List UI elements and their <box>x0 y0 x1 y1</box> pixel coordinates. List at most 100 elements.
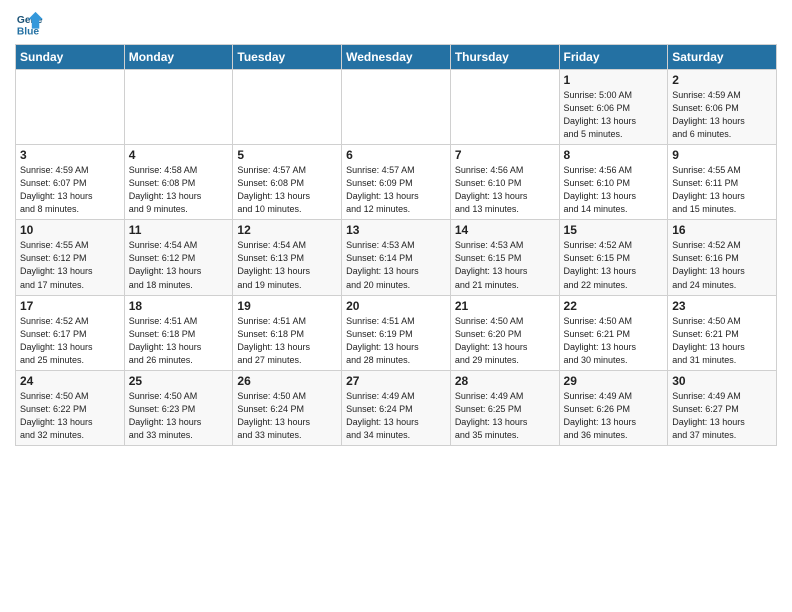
day-cell: 8 Sunrise: 4:56 AM Sunset: 6:10 PM Daylig… <box>559 145 668 220</box>
day-info: Sunrise: 4:50 AM Sunset: 6:22 PM Dayligh… <box>20 390 120 442</box>
day-cell: 5 Sunrise: 4:57 AM Sunset: 6:08 PM Daylig… <box>233 145 342 220</box>
day-info: Sunrise: 4:50 AM Sunset: 6:24 PM Dayligh… <box>237 390 337 442</box>
day-number: 17 <box>20 299 120 313</box>
day-number: 24 <box>20 374 120 388</box>
day-cell: 26 Sunrise: 4:50 AM Sunset: 6:24 PM Dayli… <box>233 370 342 445</box>
day-info: Sunrise: 4:52 AM Sunset: 6:17 PM Dayligh… <box>20 315 120 367</box>
day-cell: 15Sunrise: 4:52 AM Sunset: 6:15 PM Dayli… <box>559 220 668 295</box>
day-cell: 10 Sunrise: 4:55 AM Sunset: 6:12 PM Dayli… <box>16 220 125 295</box>
day-cell: 21 Sunrise: 4:50 AM Sunset: 6:20 PM Dayli… <box>450 295 559 370</box>
day-info: Sunrise: 4:53 AM Sunset: 6:14 PM Dayligh… <box>346 239 446 291</box>
day-cell: 4Sunrise: 4:58 AM Sunset: 6:08 PM Daylig… <box>124 145 233 220</box>
day-info: Sunrise: 4:56 AM Sunset: 6:10 PM Dayligh… <box>455 164 555 216</box>
day-info: Sunrise: 4:56 AM Sunset: 6:10 PM Dayligh… <box>564 164 664 216</box>
day-info: Sunrise: 4:51 AM Sunset: 6:18 PM Dayligh… <box>237 315 337 367</box>
day-info: Sunrise: 4:59 AM Sunset: 6:06 PM Dayligh… <box>672 89 772 141</box>
day-info: Sunrise: 5:00 AM Sunset: 6:06 PM Dayligh… <box>564 89 664 141</box>
day-number: 29 <box>564 374 664 388</box>
day-cell: 13 Sunrise: 4:53 AM Sunset: 6:14 PM Dayli… <box>342 220 451 295</box>
day-info: Sunrise: 4:49 AM Sunset: 6:24 PM Dayligh… <box>346 390 446 442</box>
day-cell: 23 Sunrise: 4:50 AM Sunset: 6:21 PM Dayli… <box>668 295 777 370</box>
header-row: SundayMondayTuesdayWednesdayThursdayFrid… <box>16 45 777 70</box>
day-number: 27 <box>346 374 446 388</box>
day-cell <box>233 70 342 145</box>
day-number: 10 <box>20 223 120 237</box>
day-cell <box>450 70 559 145</box>
day-cell: 20 Sunrise: 4:51 AM Sunset: 6:19 PM Dayli… <box>342 295 451 370</box>
column-header-friday: Friday <box>559 45 668 70</box>
day-cell: 24 Sunrise: 4:50 AM Sunset: 6:22 PM Dayli… <box>16 370 125 445</box>
day-info: Sunrise: 4:59 AM Sunset: 6:07 PM Dayligh… <box>20 164 120 216</box>
day-info: Sunrise: 4:53 AM Sunset: 6:15 PM Dayligh… <box>455 239 555 291</box>
day-cell: 1 Sunrise: 5:00 AM Sunset: 6:06 PM Daylig… <box>559 70 668 145</box>
day-info: Sunrise: 4:51 AM Sunset: 6:19 PM Dayligh… <box>346 315 446 367</box>
day-info: Sunrise: 4:57 AM Sunset: 6:08 PM Dayligh… <box>237 164 337 216</box>
day-info: Sunrise: 4:49 AM Sunset: 6:25 PM Dayligh… <box>455 390 555 442</box>
day-cell: 19Sunrise: 4:51 AM Sunset: 6:18 PM Dayli… <box>233 295 342 370</box>
day-cell: 2 Sunrise: 4:59 AM Sunset: 6:06 PM Daylig… <box>668 70 777 145</box>
day-cell: 14 Sunrise: 4:53 AM Sunset: 6:15 PM Dayli… <box>450 220 559 295</box>
day-number: 21 <box>455 299 555 313</box>
week-row-4: 17 Sunrise: 4:52 AM Sunset: 6:17 PM Dayli… <box>16 295 777 370</box>
day-cell: 7 Sunrise: 4:56 AM Sunset: 6:10 PM Daylig… <box>450 145 559 220</box>
day-number: 4 <box>129 148 229 162</box>
week-row-2: 3 Sunrise: 4:59 AM Sunset: 6:07 PM Daylig… <box>16 145 777 220</box>
day-number: 2 <box>672 73 772 87</box>
day-number: 18 <box>129 299 229 313</box>
day-number: 16 <box>672 223 772 237</box>
day-cell: 17 Sunrise: 4:52 AM Sunset: 6:17 PM Dayli… <box>16 295 125 370</box>
day-cell: 29 Sunrise: 4:49 AM Sunset: 6:26 PM Dayli… <box>559 370 668 445</box>
day-number: 5 <box>237 148 337 162</box>
week-row-1: 1 Sunrise: 5:00 AM Sunset: 6:06 PM Daylig… <box>16 70 777 145</box>
column-header-tuesday: Tuesday <box>233 45 342 70</box>
day-info: Sunrise: 4:49 AM Sunset: 6:26 PM Dayligh… <box>564 390 664 442</box>
week-row-5: 24 Sunrise: 4:50 AM Sunset: 6:22 PM Dayli… <box>16 370 777 445</box>
day-info: Sunrise: 4:55 AM Sunset: 6:11 PM Dayligh… <box>672 164 772 216</box>
day-number: 13 <box>346 223 446 237</box>
day-cell: 16Sunrise: 4:52 AM Sunset: 6:16 PM Dayli… <box>668 220 777 295</box>
day-number: 14 <box>455 223 555 237</box>
day-number: 11 <box>129 223 229 237</box>
day-cell: 9 Sunrise: 4:55 AM Sunset: 6:11 PM Daylig… <box>668 145 777 220</box>
day-number: 3 <box>20 148 120 162</box>
day-info: Sunrise: 4:51 AM Sunset: 6:18 PM Dayligh… <box>129 315 229 367</box>
week-row-3: 10 Sunrise: 4:55 AM Sunset: 6:12 PM Dayli… <box>16 220 777 295</box>
column-header-thursday: Thursday <box>450 45 559 70</box>
day-number: 8 <box>564 148 664 162</box>
day-number: 7 <box>455 148 555 162</box>
day-info: Sunrise: 4:50 AM Sunset: 6:20 PM Dayligh… <box>455 315 555 367</box>
day-info: Sunrise: 4:57 AM Sunset: 6:09 PM Dayligh… <box>346 164 446 216</box>
day-info: Sunrise: 4:50 AM Sunset: 6:21 PM Dayligh… <box>672 315 772 367</box>
day-info: Sunrise: 4:50 AM Sunset: 6:21 PM Dayligh… <box>564 315 664 367</box>
day-cell: 28Sunrise: 4:49 AM Sunset: 6:25 PM Dayli… <box>450 370 559 445</box>
day-number: 15 <box>564 223 664 237</box>
day-cell: 6 Sunrise: 4:57 AM Sunset: 6:09 PM Daylig… <box>342 145 451 220</box>
day-cell: 25 Sunrise: 4:50 AM Sunset: 6:23 PM Dayli… <box>124 370 233 445</box>
column-header-sunday: Sunday <box>16 45 125 70</box>
day-number: 26 <box>237 374 337 388</box>
column-header-wednesday: Wednesday <box>342 45 451 70</box>
day-info: Sunrise: 4:50 AM Sunset: 6:23 PM Dayligh… <box>129 390 229 442</box>
day-info: Sunrise: 4:54 AM Sunset: 6:12 PM Dayligh… <box>129 239 229 291</box>
day-number: 25 <box>129 374 229 388</box>
day-number: 30 <box>672 374 772 388</box>
day-cell: 27 Sunrise: 4:49 AM Sunset: 6:24 PM Dayli… <box>342 370 451 445</box>
day-number: 1 <box>564 73 664 87</box>
day-cell: 11 Sunrise: 4:54 AM Sunset: 6:12 PM Dayli… <box>124 220 233 295</box>
column-header-monday: Monday <box>124 45 233 70</box>
day-number: 6 <box>346 148 446 162</box>
day-number: 9 <box>672 148 772 162</box>
day-number: 22 <box>564 299 664 313</box>
logo-icon: General Blue <box>15 10 43 38</box>
day-cell <box>124 70 233 145</box>
day-info: Sunrise: 4:55 AM Sunset: 6:12 PM Dayligh… <box>20 239 120 291</box>
logo: General Blue <box>15 10 47 38</box>
day-info: Sunrise: 4:54 AM Sunset: 6:13 PM Dayligh… <box>237 239 337 291</box>
day-cell: 22 Sunrise: 4:50 AM Sunset: 6:21 PM Dayli… <box>559 295 668 370</box>
day-number: 20 <box>346 299 446 313</box>
column-header-saturday: Saturday <box>668 45 777 70</box>
day-cell: 30Sunrise: 4:49 AM Sunset: 6:27 PM Dayli… <box>668 370 777 445</box>
day-number: 23 <box>672 299 772 313</box>
page-header: General Blue <box>15 10 777 38</box>
day-cell: 18 Sunrise: 4:51 AM Sunset: 6:18 PM Dayli… <box>124 295 233 370</box>
